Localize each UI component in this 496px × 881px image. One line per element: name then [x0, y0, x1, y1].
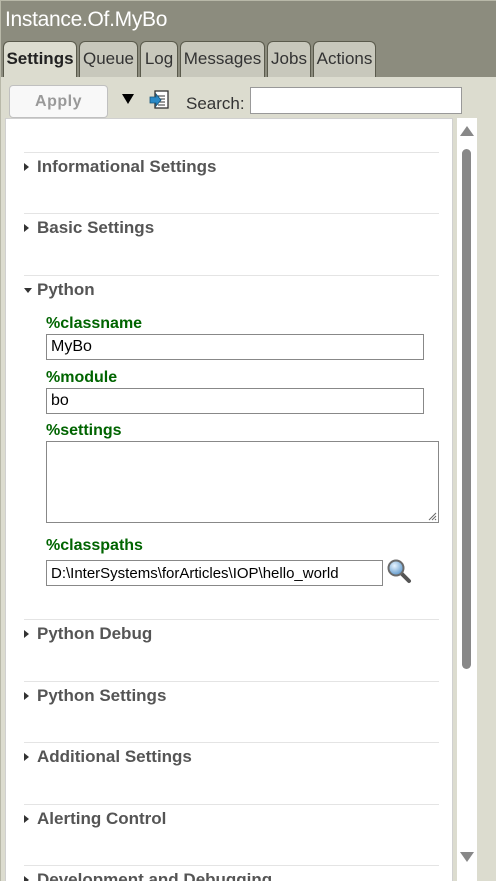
- scroll-up-arrow-icon[interactable]: [460, 126, 474, 136]
- scroll-down-arrow-icon[interactable]: [460, 852, 474, 862]
- module-label: %module: [46, 369, 118, 386]
- classpaths-label: %classpaths: [46, 537, 143, 554]
- section-label: Basic Settings: [37, 218, 155, 237]
- tab-bar: Settings Queue Log Messages Jobs Actions: [1, 39, 496, 79]
- section-label: Python Debug: [37, 624, 153, 643]
- expand-arrow-icon: [24, 630, 29, 638]
- expand-arrow-icon: [24, 753, 29, 761]
- settings-content: Apply Search: Informational Settings Bas…: [1, 77, 496, 881]
- section-divider: [24, 152, 439, 153]
- search-input[interactable]: [250, 87, 462, 114]
- tab-settings[interactable]: Settings: [3, 41, 77, 79]
- expand-arrow-icon: [24, 163, 29, 171]
- dropdown-triangle-icon[interactable]: [120, 91, 136, 107]
- classname-field[interactable]: [46, 334, 424, 360]
- tab-actions[interactable]: Actions: [313, 41, 376, 78]
- settings-document-icon[interactable]: [149, 90, 171, 110]
- settings-textarea[interactable]: [46, 441, 439, 523]
- section-divider: [24, 619, 439, 620]
- expand-arrow-icon: [24, 876, 29, 881]
- classpaths-field[interactable]: [46, 560, 383, 586]
- tab-jobs[interactable]: Jobs: [267, 41, 311, 78]
- tab-messages[interactable]: Messages: [180, 41, 265, 78]
- window-title: Instance.Of.MyBo: [5, 8, 168, 31]
- section-divider: [24, 742, 439, 743]
- settings-window: Instance.Of.MyBo Settings Queue Log Mess…: [0, 0, 496, 881]
- apply-button[interactable]: Apply: [9, 85, 108, 118]
- collapse-arrow-icon: [24, 288, 32, 293]
- scroll-thumb[interactable]: [462, 149, 471, 669]
- toolbar: Apply Search:: [1, 77, 496, 119]
- section-divider: [24, 275, 439, 276]
- settings-panel[interactable]: Informational Settings Basic Settings Py…: [5, 118, 453, 881]
- vertical-scrollbar[interactable]: [457, 118, 477, 881]
- section-label: Informational Settings: [37, 157, 217, 176]
- section-label: Development and Debugging: [37, 870, 273, 881]
- resize-grip-icon[interactable]: [427, 511, 437, 521]
- section-divider: [24, 804, 439, 805]
- expand-arrow-icon: [24, 224, 29, 232]
- settings-label: %settings: [46, 422, 122, 439]
- module-field[interactable]: [46, 388, 424, 414]
- section-label: Additional Settings: [37, 747, 192, 766]
- section-label: Alerting Control: [37, 809, 167, 828]
- expand-arrow-icon: [24, 815, 29, 823]
- section-label: Python Settings: [37, 686, 167, 705]
- section-divider: [24, 681, 439, 682]
- expand-arrow-icon: [24, 692, 29, 700]
- classname-label: %classname: [46, 315, 143, 332]
- tab-log[interactable]: Log: [140, 41, 178, 78]
- search-label: Search:: [186, 94, 245, 113]
- section-label: Python: [37, 280, 95, 299]
- section-divider: [24, 865, 439, 866]
- tab-queue[interactable]: Queue: [79, 41, 138, 78]
- section-divider: [24, 213, 439, 214]
- magnifying-glass-icon[interactable]: [386, 558, 412, 584]
- title-bar: Instance.Of.MyBo: [1, 1, 496, 39]
